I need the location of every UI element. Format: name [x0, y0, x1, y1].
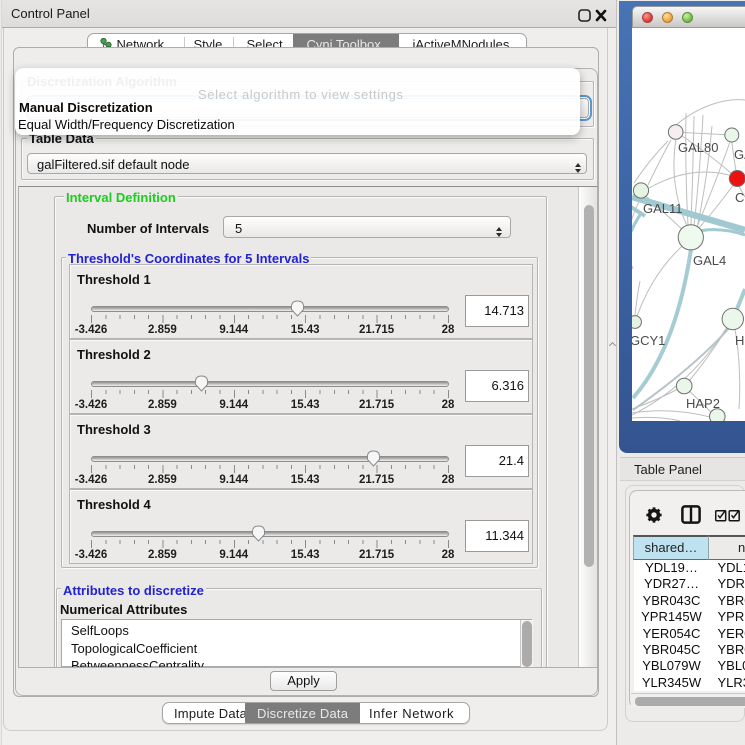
svg-text:GA: GA: [734, 147, 745, 162]
svg-text:HAP2: HAP2: [686, 396, 720, 411]
svg-text:HI: HI: [735, 333, 745, 348]
svg-text:GAL4: GAL4: [693, 253, 726, 268]
svg-text:GAL80: GAL80: [678, 140, 718, 155]
svg-text:GAL11: GAL11: [643, 201, 683, 216]
svg-text:CY: CY: [735, 190, 745, 205]
svg-text:GCY1: GCY1: [632, 333, 665, 348]
